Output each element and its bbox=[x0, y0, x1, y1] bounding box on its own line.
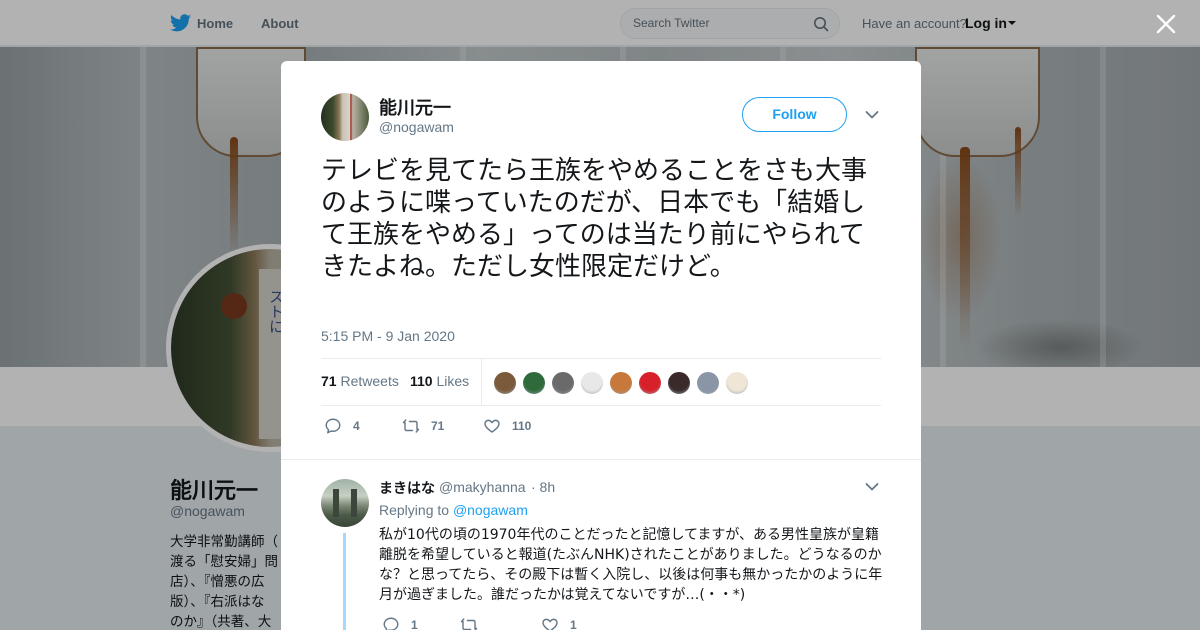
close-icon[interactable] bbox=[1156, 14, 1176, 34]
retweets-stat[interactable]: 71 Retweets bbox=[321, 373, 399, 389]
likes-label: Likes bbox=[436, 373, 470, 389]
stats-divider bbox=[481, 359, 482, 405]
liker-avatar[interactable] bbox=[493, 371, 517, 395]
reply-icon bbox=[325, 418, 341, 434]
reply-text: 私が10代の頃の1970年代のことだったと記憶してますが、ある男性皇族が皇籍離脱… bbox=[379, 527, 883, 603]
liker-avatar[interactable] bbox=[580, 371, 604, 395]
chevron-down-icon[interactable] bbox=[865, 110, 879, 120]
liker-avatar[interactable] bbox=[667, 371, 691, 395]
replying-to-link[interactable]: @nogawam bbox=[453, 502, 528, 518]
reply-reply-count: 1 bbox=[411, 618, 418, 630]
author-avatar[interactable] bbox=[321, 93, 369, 141]
replying-to: Replying to @nogawam bbox=[379, 502, 528, 518]
retweet-count: 71 bbox=[431, 419, 445, 433]
reply-author-handle[interactable]: @makyhanna bbox=[439, 479, 526, 495]
likes-count: 110 bbox=[410, 373, 433, 389]
follow-button[interactable]: Follow bbox=[742, 97, 847, 132]
liker-avatar[interactable] bbox=[696, 371, 720, 395]
retweets-label: Retweets bbox=[340, 373, 399, 389]
author-name[interactable]: 能川元一 bbox=[379, 94, 451, 120]
heart-icon bbox=[484, 419, 500, 433]
tweet-modal: 能川元一 @nogawam Follow テレビを見てたら王族をやめることをさも… bbox=[281, 61, 921, 630]
replies-divider bbox=[281, 459, 921, 460]
reply-icon bbox=[383, 617, 399, 630]
heart-icon bbox=[542, 618, 558, 630]
reply-time[interactable]: · 8h bbox=[531, 479, 555, 495]
tweet-text: テレビを見てたら王族をやめることをさも大事のように喋っていたのだが、日本でも「結… bbox=[321, 156, 868, 282]
reply-author-name[interactable]: まきはな bbox=[379, 478, 435, 498]
likes-stat[interactable]: 110 Likes bbox=[410, 373, 469, 389]
author-handle[interactable]: @nogawam bbox=[379, 119, 454, 135]
liker-avatar[interactable] bbox=[609, 371, 633, 395]
tweet-timestamp[interactable]: 5:15 PM - 9 Jan 2020 bbox=[321, 328, 455, 344]
liker-avatar[interactable] bbox=[638, 371, 662, 395]
retweet-icon bbox=[402, 419, 420, 433]
reply-count: 4 bbox=[353, 419, 360, 433]
reply-author-avatar[interactable] bbox=[321, 479, 369, 527]
retweets-count: 71 bbox=[321, 373, 337, 389]
liker-avatar[interactable] bbox=[551, 371, 575, 395]
thread-line bbox=[343, 533, 346, 630]
tweet-stats: 71 Retweets 110 Likes bbox=[321, 358, 881, 406]
replying-prefix: Replying to bbox=[379, 502, 450, 518]
reply-like-count: 1 bbox=[570, 618, 577, 630]
liker-avatar[interactable] bbox=[522, 371, 546, 395]
liker-avatar[interactable] bbox=[725, 371, 749, 395]
like-count: 110 bbox=[512, 419, 532, 433]
retweet-icon bbox=[460, 618, 478, 630]
chevron-down-icon[interactable] bbox=[865, 482, 879, 492]
